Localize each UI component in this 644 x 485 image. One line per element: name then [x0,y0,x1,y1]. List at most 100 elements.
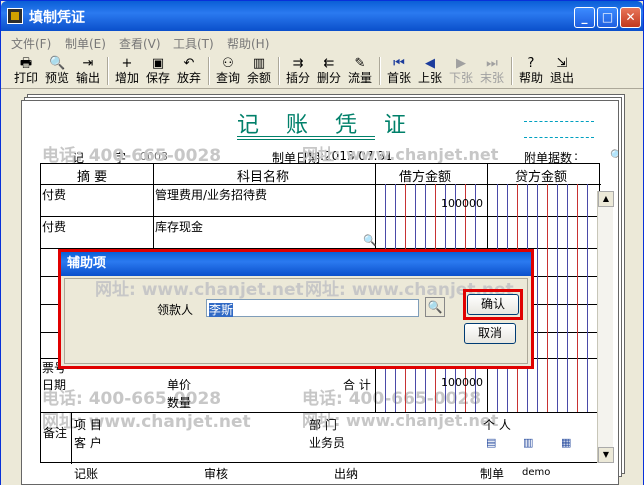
next-voucher-button[interactable]: ▶ 下张 [446,55,476,87]
discard-button[interactable]: ↶ 放弃 [174,55,204,87]
col-debit-header: 借方金额 [399,170,452,185]
payee-label: 领款人 [157,303,194,317]
department-label: 部 门 [309,418,337,432]
first-icon: ⏮ [393,56,405,71]
print-button[interactable]: 🖶 打印 [11,55,41,87]
help-button[interactable]: ? 帮助 [516,55,546,87]
notes-icon-2[interactable]: ▥ [523,436,533,449]
query-button[interactable]: ⚇ 查询 [213,55,243,87]
menu-bar: 文件(F) 制单(E) 查看(V) 工具(T) 帮助(H) [1,31,643,53]
ok-button[interactable]: 确认 [467,294,519,315]
payee-search-button[interactable]: 🔍 [425,297,445,317]
customer-label: 客 户 [74,436,102,450]
person-label: 个 人 [483,418,511,432]
toolbar-separator [511,57,513,85]
toolbar: 🖶 打印 🔍 预览 ⇥ 输出 + 增加 ▣ 保存 ↶ 放弃 ⚇ 查询 ▥ 余额 ⇉ 插分 ⇇ 删分 … [1,53,643,89]
preview-button[interactable]: 🔍 预览 [42,55,72,87]
col-account-header: 科目名称 [237,170,290,185]
total-label: 合 计 [343,378,371,392]
undo-icon: ↶ [183,56,195,71]
voucher-title: 记 账 凭 证 [237,113,416,138]
notes-icon-3[interactable]: ▦ [561,436,571,449]
total-debit: 100000 [441,376,483,389]
first-voucher-button[interactable]: ⏮ 首张 [384,55,414,87]
scroll-down-icon[interactable]: ▼ [598,447,614,463]
voucher-window: 填制凭证 _ □ ✕ 文件(F) 制单(E) 查看(V) 工具(T) 帮助(H)… [0,0,644,485]
export-button[interactable]: ⇥ 输出 [73,55,103,87]
quantity-label: 数量 [167,396,192,410]
project-label: 项 目 [74,418,102,432]
menu-view[interactable]: 查看(V) [119,35,161,52]
minimize-button[interactable]: _ [574,7,595,28]
binoculars-icon: ⚇ [222,56,234,71]
exit-button[interactable]: ⇲ 退出 [547,55,577,87]
magnifier-icon[interactable]: 🔍 [610,149,618,162]
col-credit-header: 贷方金额 [515,170,568,185]
balance-button[interactable]: ▥ 余额 [244,55,274,87]
prev-voucher-button[interactable]: ◀ 上张 [415,55,445,87]
toolbar-separator [278,57,280,85]
audit-label: 审核 [204,467,229,481]
save-icon: ▣ [151,56,165,71]
add-button[interactable]: + 增加 [112,55,142,87]
notes-icon-1[interactable]: ▤ [486,436,496,449]
payee-input[interactable]: 李斯 [206,299,419,317]
cancel-button[interactable]: 取消 [464,323,516,344]
date-field-label: 日期 [42,378,67,392]
payee-value: 李斯 [209,303,234,317]
delete-entry-button[interactable]: ⇇ 删分 [314,55,344,87]
scroll-up-icon[interactable]: ▲ [598,191,614,207]
close-button[interactable]: ✕ [620,7,641,28]
title-underline [237,136,375,137]
last-voucher-button[interactable]: ⏭ 末张 [477,55,507,87]
row1-summary[interactable]: 付费 [42,186,66,203]
maximize-button[interactable]: □ [597,7,618,28]
maker-label: 制单 [480,467,505,481]
insert-row-icon: ⇉ [292,56,304,71]
row1-account[interactable]: 管理费用/业务招待费 [155,186,267,203]
cashier-label: 出纳 [334,467,359,481]
search-icon: 🔍 [427,300,443,314]
add-icon: + [121,56,133,71]
window-title: 填制凭证 [29,10,85,26]
preview-icon: 🔍 [49,56,66,71]
printer-icon: 🖶 [19,56,33,71]
row2-summary[interactable]: 付费 [42,218,66,235]
row1-debit[interactable]: 100000 [441,197,483,210]
cashflow-icon: ✎ [354,56,366,71]
menu-voucher[interactable]: 制单(E) [65,35,106,52]
last-icon: ⏭ [486,56,498,71]
watermark: 网址: www.chanjet.net [302,145,499,164]
bookkeeping-label: 记账 [74,467,99,481]
vertical-scrollbar[interactable]: ▲ ▼ [597,191,614,463]
save-button[interactable]: ▣ 保存 [143,55,173,87]
watermark: 网址: www.chanjet.net [95,280,304,300]
help-icon: ? [527,56,535,71]
title-underline [237,139,375,140]
attachments-colon: : [574,149,579,163]
salesman-label: 业务员 [309,436,346,450]
toolbar-separator [107,57,109,85]
notes-label: 备注 [43,426,68,440]
ok-highlight: 确认 [463,289,523,320]
dash-line [524,137,594,138]
delete-row-icon: ⇇ [323,56,335,71]
title-bar[interactable]: 填制凭证 _ □ ✕ [1,1,643,31]
maker-value: demo [522,467,551,478]
account-lookup-icon[interactable]: 🔍 [363,234,377,247]
prev-icon: ◀ [425,56,435,71]
dialog-title[interactable]: 辅助项 [61,252,531,276]
price-label: 单价 [167,378,192,392]
cashflow-button[interactable]: ✎ 流量 [345,55,375,87]
col-summary-header: 摘 要 [77,170,108,185]
menu-help[interactable]: 帮助(H) [227,35,269,52]
toolbar-separator [379,57,381,85]
row2-account[interactable]: 库存现金 [155,218,203,235]
menu-file[interactable]: 文件(F) [11,35,51,52]
menu-tools[interactable]: 工具(T) [173,35,214,52]
balance-chart-icon: ▥ [252,56,266,71]
app-icon [7,8,23,24]
next-icon: ▶ [456,56,466,71]
exit-icon: ⇲ [556,56,568,71]
insert-entry-button[interactable]: ⇉ 插分 [283,55,313,87]
